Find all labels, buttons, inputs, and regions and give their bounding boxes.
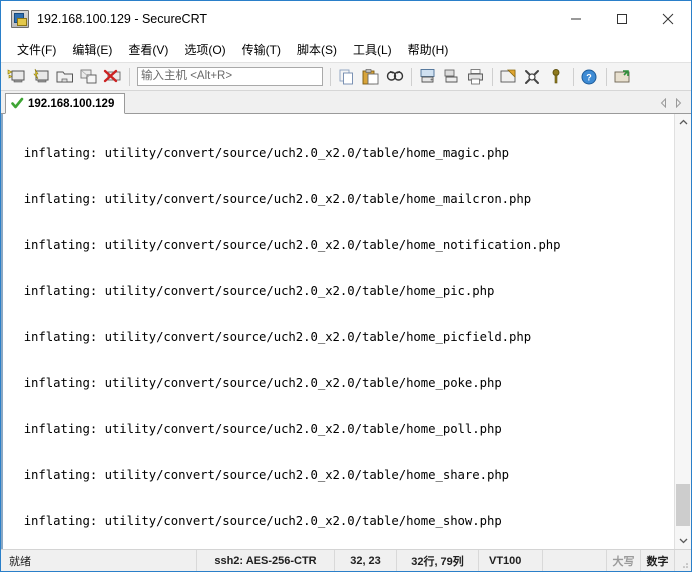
menu-script[interactable]: 脚本(S) [289, 38, 345, 62]
terminal-output[interactable]: inflating: utility/convert/source/uch2.0… [3, 114, 674, 549]
menu-view[interactable]: 查看(V) [120, 38, 176, 62]
tab-scroll-left-icon[interactable] [657, 96, 671, 110]
menu-tools[interactable]: 工具(L) [345, 38, 400, 62]
print-screen-icon[interactable] [417, 66, 439, 88]
connected-check-icon [11, 97, 24, 110]
menu-file[interactable]: 文件(F) [9, 38, 64, 62]
toolbar-separator [129, 67, 130, 86]
find-icon[interactable] [384, 66, 406, 88]
scroll-up-icon[interactable] [675, 114, 691, 131]
toolbar-separator [411, 67, 412, 86]
terminal-scrollbar[interactable] [674, 114, 691, 549]
terminal-line: inflating: utility/convert/source/uch2.0… [9, 145, 510, 160]
status-spacer [543, 550, 607, 571]
terminal-line: inflating: utility/convert/source/uch2.0… [9, 191, 532, 206]
paste-icon[interactable] [360, 66, 382, 88]
status-cursor-position: 32, 23 [335, 550, 397, 571]
copy-icon[interactable] [336, 66, 358, 88]
clone-session-icon[interactable] [78, 66, 100, 88]
close-button[interactable] [645, 1, 691, 37]
tabbar: 192.168.100.129 [1, 91, 691, 114]
menu-help[interactable]: 帮助(H) [400, 38, 457, 62]
scrollbar-track[interactable] [675, 131, 691, 532]
tab-scroll-controls [657, 96, 691, 113]
print-selection-icon[interactable] [441, 66, 463, 88]
status-terminal-size: 32行, 79列 [397, 550, 479, 571]
titlebar: 192.168.100.129 - SecureCRT [1, 1, 691, 37]
toolbar-separator [573, 67, 574, 86]
window-title: 192.168.100.129 - SecureCRT [37, 12, 208, 26]
host-input[interactable]: 输入主机 <Alt+R> [137, 67, 323, 86]
securecrt-icon [11, 10, 29, 28]
terminal-line: inflating: utility/convert/source/uch2.0… [9, 283, 495, 298]
status-protocol: ssh2: AES-256-CTR [197, 550, 335, 571]
status-emulation: VT100 [479, 550, 543, 571]
scroll-down-icon[interactable] [675, 532, 691, 549]
toolbar-separator [606, 67, 607, 86]
svg-text:?: ? [586, 72, 592, 82]
menu-edit[interactable]: 编辑(E) [64, 38, 120, 62]
session-options-icon[interactable] [498, 66, 520, 88]
transfer-window-icon[interactable] [612, 66, 634, 88]
quick-connect-icon[interactable] [30, 66, 52, 88]
securecrt-window: 192.168.100.129 - SecureCRT 文件(F) 编辑(E) … [0, 0, 692, 572]
menu-options[interactable]: 选项(O) [176, 38, 233, 62]
terminal-line: inflating: utility/convert/source/uch2.0… [9, 237, 561, 252]
status-caps-lock: 大写 [607, 550, 641, 571]
terminal-line: inflating: utility/convert/source/uch2.0… [9, 467, 510, 482]
help-icon[interactable]: ? [579, 66, 601, 88]
terminal-line: inflating: utility/convert/source/uch2.0… [9, 329, 532, 344]
open-session-folder-icon[interactable] [54, 66, 76, 88]
scrollbar-thumb[interactable] [676, 484, 690, 526]
minimize-button[interactable] [553, 1, 599, 37]
resize-grip-icon[interactable] [675, 550, 691, 571]
status-ready: 就绪 [1, 550, 197, 571]
terminal-line: inflating: utility/convert/source/uch2.0… [9, 375, 502, 390]
disconnect-all-icon[interactable] [522, 66, 544, 88]
terminal-line: inflating: utility/convert/source/uch2.0… [9, 421, 502, 436]
print-icon[interactable] [465, 66, 487, 88]
window-controls [553, 1, 691, 37]
session-tab-label: 192.168.100.129 [28, 97, 115, 110]
menubar: 文件(F) 编辑(E) 查看(V) 选项(O) 传输(T) 脚本(S) 工具(L… [1, 37, 691, 62]
new-session-icon[interactable] [6, 66, 28, 88]
terminal-line: inflating: utility/convert/source/uch2.0… [9, 513, 502, 528]
session-tab-192-168-100-129[interactable]: 192.168.100.129 [5, 93, 126, 114]
toolbar-separator [492, 67, 493, 86]
disconnect-icon[interactable] [102, 66, 124, 88]
menu-transfer[interactable]: 传输(T) [234, 38, 289, 62]
toolbar-separator [330, 67, 331, 86]
maximize-button[interactable] [599, 1, 645, 37]
statusbar: 就绪 ssh2: AES-256-CTR 32, 23 32行, 79列 VT1… [1, 549, 691, 571]
toolbar: 输入主机 <Alt+R> ? [1, 62, 691, 91]
status-num-lock: 数字 [641, 550, 675, 571]
tab-scroll-right-icon[interactable] [671, 96, 685, 110]
terminal-area: inflating: utility/convert/source/uch2.0… [1, 114, 691, 549]
key-icon[interactable] [546, 66, 568, 88]
